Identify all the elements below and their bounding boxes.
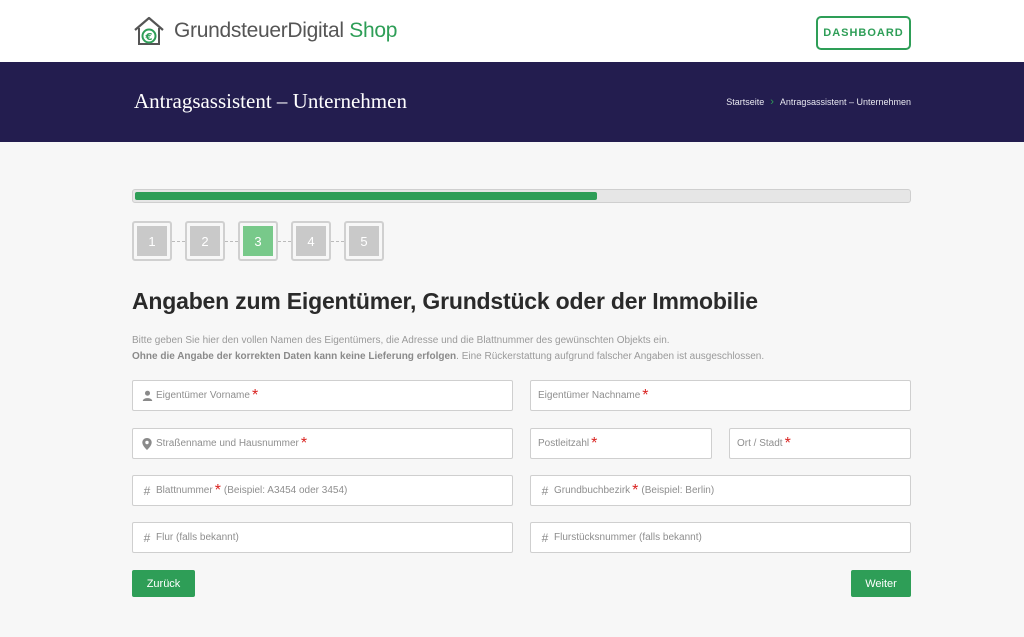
- zip-field[interactable]: Postleitzahl *: [530, 428, 712, 459]
- land-registry-district-field[interactable]: # Grundbuchbezirk * (Beispiel: Berlin): [530, 475, 911, 506]
- back-button[interactable]: Zurück: [132, 570, 195, 597]
- page-hero: Antragsassistent – Unternehmen Startseit…: [0, 62, 1024, 142]
- top-bar: € GrundsteuerDigital Shop DASHBOARD: [0, 0, 1024, 62]
- step-number: 5: [349, 226, 379, 256]
- last-name-placeholder: Eigentümer Nachname: [538, 390, 641, 401]
- user-icon: [140, 390, 154, 401]
- street-placeholder: Straßenname und Hausnummer: [156, 438, 299, 449]
- required-marker: *: [642, 386, 649, 404]
- progress-bar: [132, 189, 911, 203]
- breadcrumb-home-link[interactable]: Startseite: [726, 97, 764, 107]
- next-button[interactable]: Weiter: [851, 570, 911, 597]
- logo-text: GrundsteuerDigital Shop: [174, 19, 397, 43]
- step-5[interactable]: 5: [344, 221, 384, 261]
- intro-warning-bold: Ohne die Angabe der korrekten Daten kann…: [132, 351, 457, 362]
- required-marker: *: [251, 386, 259, 404]
- sheet-number-hint: (Beispiel: A3454 oder 3454): [223, 485, 348, 496]
- flur-field[interactable]: # Flur (falls bekannt): [132, 522, 513, 553]
- dashboard-button[interactable]: DASHBOARD: [816, 16, 911, 50]
- first-name-placeholder: Eigentümer Vorname: [156, 390, 250, 401]
- step-3[interactable]: 3: [238, 221, 278, 261]
- hash-icon: #: [541, 483, 549, 498]
- district-placeholder: Grundbuchbezirk: [554, 485, 631, 496]
- step-connector: [225, 241, 238, 242]
- step-connector: [331, 241, 344, 242]
- parcel-number-placeholder: Flurstücksnummer (falls bekannt): [554, 532, 702, 543]
- flur-placeholder: Flur (falls bekannt): [156, 532, 239, 543]
- street-field[interactable]: Straßenname und Hausnummer *: [132, 428, 513, 459]
- intro-warning: Ohne die Angabe der korrekten Daten kann…: [132, 349, 764, 365]
- svg-text:€: €: [145, 32, 153, 43]
- hash-icon: #: [541, 530, 549, 545]
- required-marker: *: [214, 481, 221, 499]
- sheet-number-field[interactable]: # Blattnummer * (Beispiel: A3454 oder 3454…: [132, 475, 513, 506]
- required-marker: *: [784, 434, 791, 452]
- breadcrumb-current: Antragsassistent – Unternehmen: [779, 97, 911, 107]
- step-connector: [172, 241, 185, 242]
- zip-placeholder: Postleitzahl: [538, 438, 590, 449]
- progress-fill: [135, 192, 598, 200]
- form-title: Angaben zum Eigentümer, Grundstück oder …: [132, 288, 758, 314]
- house-euro-icon: €: [134, 16, 164, 45]
- step-number: 1: [137, 226, 167, 256]
- required-marker: *: [632, 481, 639, 499]
- site-logo[interactable]: € GrundsteuerDigital Shop: [132, 13, 397, 49]
- city-placeholder: Ort / Stadt: [737, 438, 783, 449]
- district-hint: (Beispiel: Berlin): [641, 485, 715, 496]
- required-marker: *: [300, 434, 308, 452]
- intro-warning-rest: . Eine Rückerstattung aufgrund falscher …: [456, 351, 765, 362]
- step-number: 2: [190, 226, 220, 256]
- chevron-right-icon: ›: [770, 96, 774, 108]
- step-connector: [278, 241, 291, 242]
- parcel-number-field[interactable]: # Flurstücksnummer (falls bekannt): [530, 522, 911, 553]
- form-intro: Bitte geben Sie hier den vollen Namen de…: [132, 333, 764, 365]
- hash-icon: #: [143, 530, 151, 545]
- owner-first-name-field[interactable]: Eigentümer Vorname *: [132, 380, 513, 411]
- owner-last-name-field[interactable]: Eigentümer Nachname *: [530, 380, 911, 411]
- city-field[interactable]: Ort / Stadt *: [729, 428, 911, 459]
- location-pin-icon: [140, 437, 154, 450]
- step-1[interactable]: 1: [132, 221, 172, 261]
- step-4[interactable]: 4: [291, 221, 331, 261]
- required-marker: *: [591, 434, 598, 452]
- logo-accent-text: Shop: [349, 19, 398, 42]
- hash-icon: #: [143, 483, 151, 498]
- step-2[interactable]: 2: [185, 221, 225, 261]
- step-number: 4: [296, 226, 326, 256]
- sheet-number-placeholder: Blattnummer: [156, 485, 213, 496]
- logo-main-text: GrundsteuerDigital: [174, 19, 344, 42]
- intro-text: Bitte geben Sie hier den vollen Namen de…: [132, 335, 670, 346]
- step-number: 3: [243, 226, 273, 256]
- breadcrumb: Startseite › Antragsassistent – Unterneh…: [726, 96, 911, 108]
- page-title: Antragsassistent – Unternehmen: [134, 89, 407, 113]
